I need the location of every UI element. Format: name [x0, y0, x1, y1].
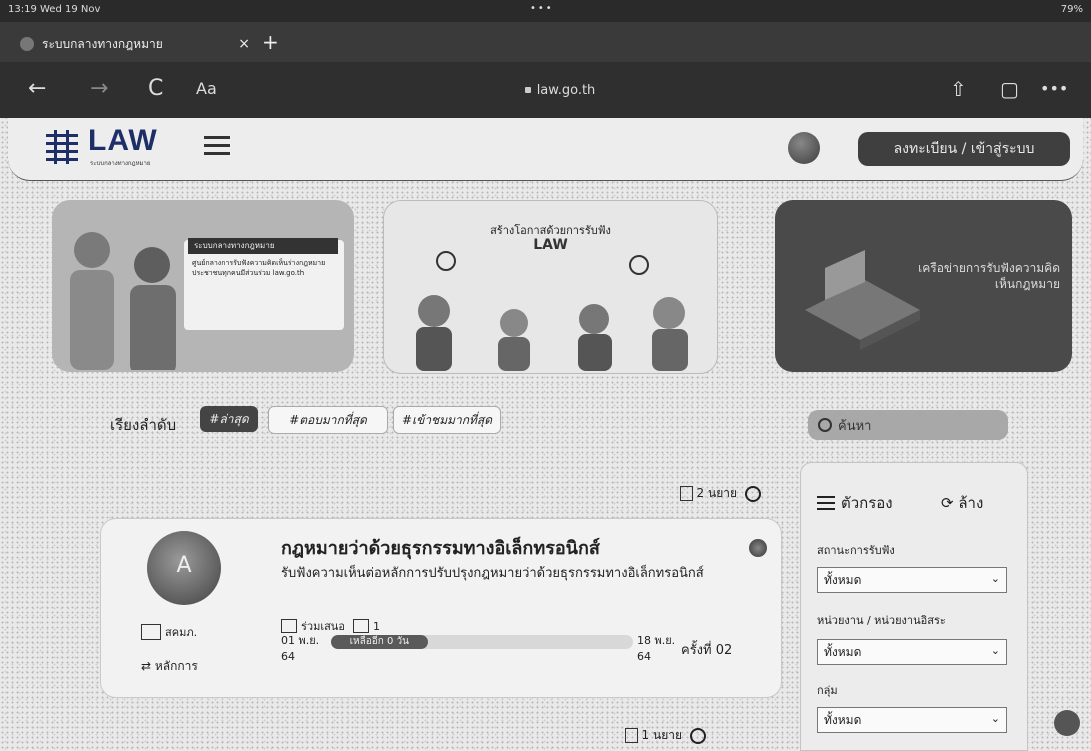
document-icon — [679, 486, 693, 501]
agency-avatar: A — [147, 531, 221, 605]
browser-tab-bar: ระบบกลางทางกฎหมาย × + — [0, 22, 1091, 62]
chevron-down-icon: ⌄ — [990, 712, 1000, 725]
tab-title: ระบบกลางทางกฎหมาย — [42, 36, 163, 51]
card-status-label: หลักการ — [154, 659, 198, 673]
result-count-label: 2 นยาย — [696, 486, 737, 500]
banner-1-text: ศูนย์กลางการรับฟังความคิดเห็นร่างกฎหมาย … — [192, 259, 326, 277]
status-arrows-icon: ⇄ — [141, 659, 155, 673]
result-count: 2 นยาย — [679, 484, 761, 503]
sort-label: เรียงลำดับ — [110, 416, 177, 434]
filter-panel: ตัวกรอง ⟳ ล้าง สถานะการรับฟัง ทั้งหมด ⌄ … — [800, 462, 1028, 751]
start-date: 01 พ.ย. 64 — [281, 634, 320, 663]
card-title[interactable]: กฎหมายว่าด้วยธุรกรรมทางอิเล็กทรอนิกส์ — [281, 533, 741, 562]
status-filter-value: ทั้งหมด — [824, 572, 862, 587]
isometric-devices-icon — [805, 250, 920, 350]
banner-2-logo: LAW — [533, 237, 568, 253]
filter-title: ตัวกรอง — [841, 494, 893, 512]
group-filter-select[interactable]: ทั้งหมด ⌄ — [817, 707, 1007, 733]
url-text: law.go.th — [536, 82, 596, 98]
site-logo-subtitle: ระบบกลางทางกฎหมาย — [90, 160, 151, 167]
group-filter-label: กลุ่ม — [817, 684, 838, 697]
address-bar[interactable]: law.go.th — [330, 74, 790, 106]
progress-track: เหลืออีก 0 วัน — [331, 635, 633, 649]
status-filter-label: สถานะการรับฟัง — [817, 544, 895, 557]
sort-most-answered-button[interactable]: #ตอบมากที่สุด — [268, 406, 388, 434]
close-tab-icon[interactable]: × — [238, 36, 250, 52]
group-filter-value: ทั้งหมด — [824, 712, 862, 727]
agency-avatar-glyph: A — [176, 553, 192, 578]
login-button[interactable]: ลงทะเบียน / เข้าสู่ระบบ — [858, 132, 1070, 166]
document-icon — [624, 728, 638, 743]
reset-label: ล้าง — [958, 494, 984, 512]
agency-badge-label: สคมภ. — [165, 626, 198, 639]
site-header: LAW ระบบกลางทางกฎหมาย ลงทะเบียน / เข้าสู… — [8, 118, 1083, 181]
clock-icon[interactable] — [745, 485, 761, 502]
search-placeholder: ค้นหา — [838, 418, 872, 434]
reader-button[interactable]: Aa — [196, 76, 217, 102]
search-input[interactable]: ค้นหา — [808, 410, 1008, 440]
result-count-2: 1 นยาย — [624, 726, 706, 745]
chevron-down-icon: ⌄ — [990, 644, 1000, 657]
status-bar: 13:19 Wed 19 Nov ••• 79% — [0, 0, 1091, 22]
battery-indicator: 79% — [1060, 4, 1083, 15]
agency-filter-select[interactable]: ทั้งหมด ⌄ — [817, 639, 1007, 665]
status-time: 13:19 Wed 19 Nov — [8, 4, 101, 15]
banner-3[interactable]: เครือข่ายการรับฟังความคิดเห็นกฎหมาย — [775, 200, 1072, 372]
banner-1-title: ระบบกลางทางกฎหมาย — [188, 238, 338, 254]
progress-fill: เหลืออีก 0 วัน — [331, 635, 428, 649]
user-avatar[interactable] — [788, 132, 820, 164]
end-date: 18 พ.ย. 64 — [637, 634, 676, 663]
participants-count: 1 — [372, 619, 380, 633]
globe-icon — [20, 37, 34, 51]
result-count-label-2: 1 นยาย — [641, 728, 682, 742]
agency-seal-icon — [749, 539, 767, 557]
status-filter-select[interactable]: ทั้งหมด ⌄ — [817, 567, 1007, 593]
filter-header: ตัวกรอง — [817, 491, 893, 515]
more-button[interactable]: ••• — [1040, 76, 1068, 102]
site-logo[interactable]: LAW — [88, 124, 158, 158]
agency-filter-label: หน่วยงาน / หน่วยงานอิสระ — [817, 614, 946, 627]
clock-icon[interactable] — [690, 727, 706, 744]
sort-latest-button[interactable]: #ล่าสุด — [200, 406, 258, 432]
card-status: ⇄ หลักการ — [141, 657, 198, 676]
agency-badge: สคมภ. — [141, 623, 197, 641]
reset-button[interactable]: ⟳ ล้าง — [941, 491, 983, 515]
building-icon — [141, 624, 161, 640]
law-logo-icon[interactable] — [42, 128, 82, 166]
new-tab-button[interactable]: + — [262, 32, 279, 52]
back-button[interactable]: ← — [28, 76, 46, 102]
browser-tab[interactable]: ระบบกลางทางกฎหมาย × — [20, 30, 250, 58]
card-timeline: 01 พ.ย. 64 เหลืออีก 0 วัน 18 พ.ย. 64 ครั… — [281, 633, 761, 675]
banner-2[interactable]: สร้างโอกาสด้วยการรับฟัง LAW — [383, 200, 718, 374]
refresh-icon: ⟳ — [941, 494, 959, 512]
chat-help-icon[interactable] — [1054, 710, 1080, 736]
tabs-button[interactable]: ▢ — [1000, 76, 1019, 102]
forward-button[interactable]: → — [90, 76, 108, 102]
people-icon — [281, 619, 297, 633]
search-icon — [818, 418, 832, 432]
sort-most-viewed-button[interactable]: #เข้าชมมากที่สุด — [393, 406, 501, 434]
browser-toolbar: ← → C Aa law.go.th ⇧ ▢ ••• — [0, 62, 1091, 118]
share-button[interactable]: ⇧ — [950, 76, 967, 102]
chevron-down-icon: ⌄ — [990, 572, 1000, 585]
agency-filter-value: ทั้งหมด — [824, 644, 862, 659]
menu-icon[interactable] — [204, 136, 230, 156]
lock-icon — [524, 87, 531, 93]
card-description: รับฟังความเห็นต่อหลักการปรับปรุงกฎหมายว่… — [281, 566, 704, 581]
reload-button[interactable]: C — [148, 76, 163, 102]
round-label: ครั้งที่ 02 — [681, 643, 733, 658]
comment-icon — [352, 619, 369, 633]
multitask-dots-icon[interactable]: ••• — [530, 3, 554, 14]
banner-1[interactable]: ระบบกลางทางกฎหมาย ศูนย์กลางการรับฟังความ… — [52, 200, 354, 372]
people-illustration-icon — [70, 232, 176, 370]
banner-3-text: เครือข่ายการรับฟังความคิดเห็นกฎหมาย — [918, 261, 1060, 291]
law-card[interactable]: A กฎหมายว่าด้วยธุรกรรมทางอิเล็กทรอนิกส์ … — [100, 518, 782, 698]
filter-icon — [817, 496, 835, 510]
